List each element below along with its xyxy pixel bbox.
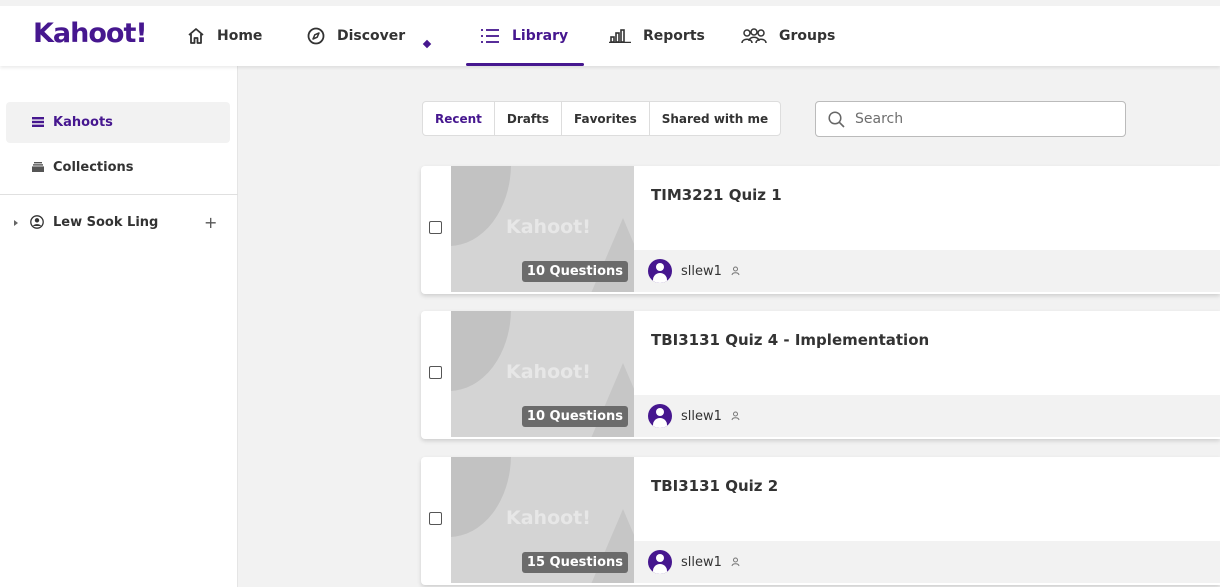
new-indicator-dot xyxy=(422,39,432,49)
sidebar-item-collections[interactable]: Collections xyxy=(6,147,230,188)
search-input[interactable] xyxy=(855,111,1105,127)
sidebar-divider xyxy=(0,194,238,195)
sidebar-item-label: Kahoots xyxy=(53,115,113,130)
kahoot-title[interactable]: TBI3131 Quiz 4 - Implementation xyxy=(651,331,929,349)
thumbnail-watermark: Kahoot! xyxy=(506,361,591,383)
avatar xyxy=(648,404,672,428)
kahoots-icon xyxy=(32,117,44,127)
card-footer: sllew1 xyxy=(634,250,1220,292)
tab-favorites[interactable]: Favorites xyxy=(562,102,650,135)
nav-library-label: Library xyxy=(512,28,569,44)
collections-icon xyxy=(32,162,44,172)
select-checkbox[interactable] xyxy=(429,512,442,525)
kahoot-card[interactable]: Kahoot! 10 Questions TBI3131 Quiz 4 - Im… xyxy=(421,311,1220,439)
question-count-badge: 15 Questions xyxy=(521,552,628,573)
top-navigation: Kahoot! Home Discover Library Reports Gr… xyxy=(0,0,1220,66)
kahoot-title[interactable]: TIM3221 Quiz 1 xyxy=(651,186,782,204)
person-icon xyxy=(731,411,740,421)
question-count-badge: 10 Questions xyxy=(521,406,628,427)
thumbnail-shape xyxy=(451,311,511,391)
tab-drafts[interactable]: Drafts xyxy=(495,102,562,135)
add-folder-button[interactable]: + xyxy=(204,213,217,232)
sidebar-item-label: Collections xyxy=(53,160,134,175)
nav-reports-label: Reports xyxy=(643,28,705,44)
user-folder-name: Lew Sook Ling xyxy=(53,215,159,230)
owner-name: sllew1 xyxy=(681,408,722,424)
nav-discover[interactable]: Discover xyxy=(307,23,405,49)
select-checkbox[interactable] xyxy=(429,221,442,234)
kahoot-thumbnail[interactable]: Kahoot! 10 Questions xyxy=(451,166,634,292)
select-checkbox[interactable] xyxy=(429,366,442,379)
card-footer: sllew1 xyxy=(634,395,1220,437)
sidebar-item-kahoots[interactable]: Kahoots xyxy=(6,102,230,143)
bar-chart-icon xyxy=(609,29,631,43)
search-box xyxy=(815,101,1126,137)
thumbnail-shape xyxy=(451,166,511,246)
nav-home[interactable]: Home xyxy=(187,23,262,49)
kahoot-card[interactable]: Kahoot! 15 Questions TBI3131 Quiz 2 slle… xyxy=(421,457,1220,585)
filter-tabs: Recent Drafts Favorites Shared with me xyxy=(422,101,782,136)
card-footer: sllew1 xyxy=(634,541,1220,583)
avatar xyxy=(648,550,672,574)
user-circle-icon xyxy=(30,215,44,229)
user-folder-row[interactable]: Lew Sook Ling + xyxy=(0,211,238,235)
kahoot-title[interactable]: TBI3131 Quiz 2 xyxy=(651,477,778,495)
nav-groups[interactable]: Groups xyxy=(741,23,835,49)
question-count-badge: 10 Questions xyxy=(521,261,628,282)
owner-name: sllew1 xyxy=(681,263,722,279)
tab-shared-with-me[interactable]: Shared with me xyxy=(650,102,780,135)
kahoot-logo[interactable]: Kahoot! xyxy=(33,18,148,49)
caret-right-icon xyxy=(14,220,18,226)
avatar xyxy=(648,259,672,283)
groups-icon xyxy=(741,28,767,44)
thumbnail-shape xyxy=(451,457,511,537)
nav-discover-label: Discover xyxy=(337,28,406,44)
tab-recent[interactable]: Recent xyxy=(423,102,495,135)
owner-name: sllew1 xyxy=(681,554,722,570)
list-icon xyxy=(481,29,499,43)
person-icon xyxy=(731,266,740,276)
home-icon xyxy=(188,28,204,44)
kahoot-card[interactable]: Kahoot! 10 Questions TIM3221 Quiz 1 slle… xyxy=(421,166,1220,294)
thumbnail-watermark: Kahoot! xyxy=(506,507,591,529)
kahoot-thumbnail[interactable]: Kahoot! 10 Questions xyxy=(451,311,634,437)
search-icon xyxy=(828,110,845,128)
active-tab-underline xyxy=(466,63,584,66)
nav-home-label: Home xyxy=(217,28,263,44)
nav-groups-label: Groups xyxy=(779,28,836,44)
person-icon xyxy=(731,557,740,567)
thumbnail-watermark: Kahoot! xyxy=(506,216,591,238)
nav-reports[interactable]: Reports xyxy=(609,23,705,49)
library-sidebar: Kahoots Collections Lew Sook Ling + xyxy=(0,66,238,587)
nav-library[interactable]: Library xyxy=(480,23,568,49)
kahoot-thumbnail[interactable]: Kahoot! 15 Questions xyxy=(451,457,634,583)
compass-icon xyxy=(307,27,325,45)
